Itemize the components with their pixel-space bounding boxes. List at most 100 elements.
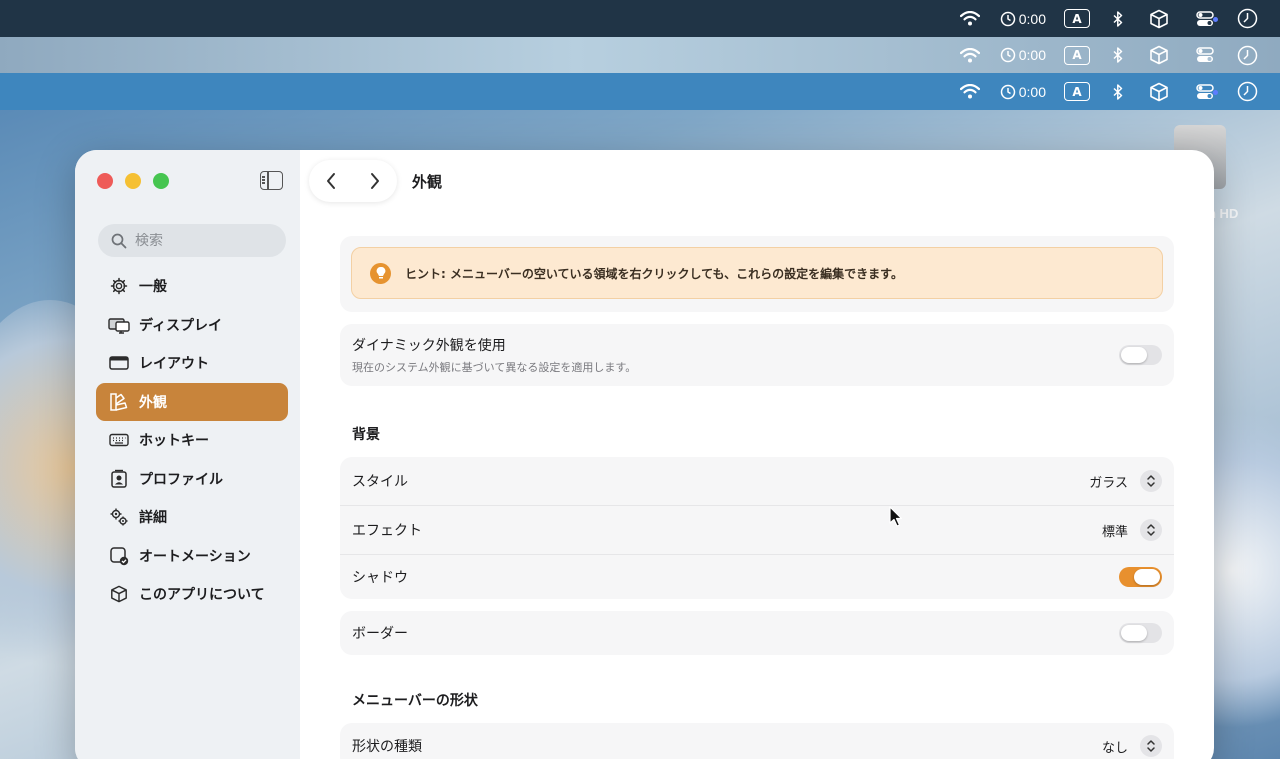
effect-value: 標準	[1101, 524, 1128, 540]
sidebar-item-layout[interactable]: レイアウト	[96, 344, 288, 383]
shape-type-row: 形状の種類 なし	[340, 723, 1174, 759]
border-label: ボーダー	[352, 626, 408, 642]
timer-icon	[1000, 84, 1015, 99]
shape-type-label: 形状の種類	[352, 739, 422, 755]
timer-item[interactable]: 0:00	[1000, 0, 1046, 37]
sidebar-item-general[interactable]: 一般	[96, 267, 288, 306]
sidebar-item-label: オートメーション	[139, 548, 251, 565]
style-value: ガラス	[1089, 475, 1128, 491]
style-label: スタイル	[352, 474, 408, 490]
layout-icon	[108, 352, 130, 374]
profile-icon	[108, 468, 130, 490]
control-center-icon[interactable]	[1192, 0, 1218, 37]
cube-icon[interactable]	[1148, 37, 1170, 73]
sidebar-item-display[interactable]: ディスプレイ	[96, 306, 288, 345]
bluetooth-icon[interactable]	[1110, 73, 1126, 110]
section-title-background: 背景	[352, 427, 380, 443]
timer-text: 0:00	[1018, 83, 1046, 100]
wifi-icon[interactable]	[958, 73, 982, 110]
timer-text: 0:00	[1018, 47, 1046, 63]
section-title-shape: メニューバーの形状	[352, 693, 478, 709]
gears-icon	[108, 506, 130, 528]
sidebar-item-label: 詳細	[139, 510, 167, 527]
border-toggle[interactable]	[1119, 623, 1162, 643]
menu-bar-preview-light: 0:00 A	[0, 37, 1280, 73]
input-source-icon[interactable]: A	[1064, 9, 1090, 28]
effect-popup[interactable]: 標準	[1102, 519, 1162, 541]
style-row: スタイル ガラス	[340, 457, 1174, 505]
appearance-icon	[108, 391, 130, 413]
cube-icon	[108, 583, 130, 605]
hint-text: ヒント: メニューバーの空いている領域を右クリックしても、これらの設定を編集でき…	[405, 266, 903, 281]
back-button[interactable]	[309, 160, 353, 202]
close-button[interactable]	[97, 173, 113, 189]
clock-icon[interactable]	[1236, 73, 1258, 110]
displays-icon	[108, 314, 130, 336]
dynamic-appearance-description: 現在のシステム外観に基づいて異なる設定を適用します。	[352, 361, 637, 374]
input-source-icon[interactable]: A	[1064, 82, 1090, 101]
sidebar-item-profiles[interactable]: プロファイル	[96, 460, 288, 499]
hint-group: ヒント: メニューバーの空いている領域を右クリックしても、これらの設定を編集でき…	[340, 236, 1174, 312]
shadow-toggle[interactable]	[1119, 567, 1162, 587]
sidebar-nav: 一般 ディスプレイ レイアウト 外観 ホットキー プロファイル 詳細 オートメー…	[96, 267, 288, 614]
timer-icon	[1000, 47, 1015, 63]
shadow-label: シャドウ	[352, 570, 408, 586]
sidebar-item-automation[interactable]: オートメーション	[96, 537, 288, 576]
shadow-row: シャドウ	[340, 554, 1174, 599]
bluetooth-icon[interactable]	[1110, 0, 1126, 37]
status-dot	[1213, 16, 1218, 22]
search-input[interactable]	[135, 232, 275, 249]
dynamic-appearance-toggle[interactable]	[1119, 345, 1162, 365]
navigation-buttons	[309, 160, 397, 202]
sidebar-item-advanced[interactable]: 詳細	[96, 498, 288, 537]
sidebar-item-appearance[interactable]: 外観	[96, 382, 288, 421]
sidebar-item-label: ホットキー	[139, 433, 209, 450]
menu-bar-preview-dark: 0:00 A	[0, 0, 1280, 37]
sidebar: 一般 ディスプレイ レイアウト 外観	[75, 150, 300, 759]
clock-icon[interactable]	[1236, 37, 1258, 73]
input-source-icon[interactable]: A	[1064, 45, 1090, 65]
mouse-cursor-icon	[889, 506, 903, 527]
timer-text: 0:00	[1018, 10, 1046, 27]
shape-type-popup[interactable]: なし	[1102, 735, 1162, 757]
forward-button[interactable]	[353, 160, 397, 202]
style-popup[interactable]: ガラス	[1089, 470, 1162, 492]
status-dot	[1213, 89, 1218, 95]
chevron-right-icon	[371, 173, 379, 189]
chevron-updown-icon	[1140, 519, 1162, 541]
hint-banner: ヒント: メニューバーの空いている領域を右クリックしても、これらの設定を編集でき…	[351, 247, 1163, 299]
gear-icon	[108, 275, 130, 297]
zoom-button[interactable]	[153, 173, 169, 189]
automation-icon	[108, 545, 130, 567]
search-field[interactable]	[98, 224, 286, 257]
page-title: 外観	[412, 173, 443, 191]
control-center-icon[interactable]	[1192, 73, 1218, 110]
cube-icon[interactable]	[1148, 0, 1170, 37]
background-group: スタイル ガラス エフェクト 標準 シャドウ	[340, 457, 1174, 599]
effect-label: エフェクト	[352, 523, 422, 539]
sidebar-item-about[interactable]: このアプリについて	[96, 575, 288, 614]
bluetooth-icon[interactable]	[1110, 37, 1126, 73]
timer-item[interactable]: 0:00	[1000, 37, 1046, 73]
wifi-icon[interactable]	[958, 0, 982, 37]
keyboard-icon	[108, 429, 130, 451]
wifi-icon[interactable]	[958, 37, 982, 73]
sidebar-item-label: プロファイル	[139, 471, 223, 488]
shape-type-value: なし	[1101, 740, 1128, 756]
timer-item[interactable]: 0:00	[1000, 73, 1046, 110]
cube-icon[interactable]	[1148, 73, 1170, 110]
minimize-button[interactable]	[125, 173, 141, 189]
sidebar-item-hotkeys[interactable]: ホットキー	[96, 421, 288, 460]
sidebar-item-label: 外観	[139, 394, 167, 411]
timer-icon	[1000, 11, 1015, 26]
menu-bar-preview-blue: 0:00 A	[0, 73, 1280, 110]
effect-row: エフェクト 標準	[340, 505, 1174, 554]
search-icon	[111, 233, 127, 248]
lightbulb-icon	[370, 262, 391, 284]
sidebar-toggle-icon[interactable]	[260, 171, 283, 190]
control-center-icon[interactable]	[1192, 37, 1218, 73]
clock-icon[interactable]	[1236, 0, 1258, 37]
border-row: ボーダー	[340, 611, 1174, 655]
settings-content: ヒント: メニューバーの空いている領域を右クリックしても、これらの設定を編集でき…	[340, 236, 1174, 759]
dynamic-appearance-group: ダイナミック外観を使用 現在のシステム外観に基づいて異なる設定を適用します。	[340, 324, 1174, 386]
